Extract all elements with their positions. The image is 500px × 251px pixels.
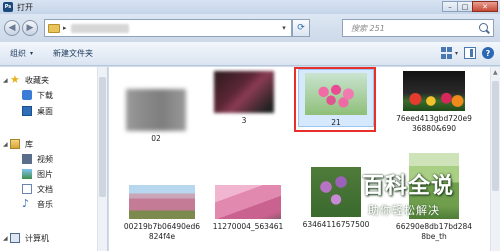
- watermark-subtitle: 助你轻松解决: [368, 204, 440, 217]
- back-button[interactable]: ◀: [4, 20, 20, 36]
- sidebar-item-videos[interactable]: 视频: [22, 152, 53, 166]
- content-scrollbar[interactable]: ▲: [490, 67, 500, 251]
- title-bar: Ps 打开 – □ ✕: [0, 0, 500, 14]
- file-item[interactable]: 11270004_563461: [209, 185, 287, 232]
- new-folder-button[interactable]: 新建文件夹: [53, 48, 93, 59]
- file-name: 3: [241, 116, 247, 125]
- search-placeholder: 搜索 251: [351, 23, 385, 33]
- address-dropdown-icon[interactable]: ▾: [277, 20, 291, 36]
- file-item[interactable]: 00219b7b06490ed6824f4e: [123, 185, 201, 242]
- window-controls: – □ ✕: [442, 1, 498, 12]
- chevron-down-icon: ▾: [30, 50, 34, 57]
- search-icon[interactable]: [479, 23, 488, 32]
- pictures-icon: [22, 169, 32, 179]
- navigation-pane: ◢ ★ 收藏夹 下载 桌面 ◢ 库 视频 图片 文档 ♪ 音乐 ◢ 计算机: [0, 67, 108, 251]
- folder-icon: [48, 23, 60, 33]
- file-name: 00219b7b06490ed6824f4e: [123, 222, 201, 241]
- library-icon: [10, 139, 20, 149]
- sidebar-item-libraries[interactable]: 库: [10, 137, 33, 151]
- organize-menu[interactable]: 组织 ▾: [10, 48, 33, 59]
- file-item[interactable]: 02: [117, 69, 195, 144]
- desktop-icon: [22, 106, 32, 116]
- file-thumbnail: [403, 71, 465, 111]
- collapse-icon[interactable]: ◢: [3, 235, 8, 242]
- collapse-icon[interactable]: ◢: [3, 141, 8, 148]
- new-folder-label: 新建文件夹: [53, 49, 94, 58]
- sidebar-item-desktop[interactable]: 桌面: [22, 104, 53, 118]
- scroll-up-icon[interactable]: ▲: [493, 69, 498, 76]
- sidebar-item-pictures[interactable]: 图片: [22, 167, 53, 181]
- file-item[interactable]: 76eed413gbd720e936880&690: [395, 69, 473, 134]
- minimize-button[interactable]: –: [442, 1, 458, 12]
- refresh-button[interactable]: ⟳: [292, 19, 310, 37]
- file-name: 02: [151, 134, 161, 143]
- file-thumbnail: [129, 185, 195, 219]
- view-controls: ▾ ?: [435, 47, 494, 59]
- file-thumbnail: [215, 185, 281, 219]
- documents-icon: [22, 184, 32, 194]
- photoshop-app-icon: Ps: [3, 2, 13, 12]
- star-icon: ★: [10, 73, 20, 86]
- blurred-breadcrumb: [70, 23, 129, 33]
- view-dropdown-icon[interactable]: ▾: [455, 50, 458, 57]
- sidebar-item-documents[interactable]: 文档: [22, 182, 53, 196]
- sidebar-scrollbar[interactable]: [97, 67, 107, 251]
- sidebar-item-favorites[interactable]: ★ 收藏夹: [10, 73, 49, 87]
- address-input[interactable]: ▸ ▾: [44, 19, 292, 37]
- window-title: 打开: [17, 2, 33, 12]
- chevron-right-icon: ▸: [63, 24, 67, 32]
- file-name: 76eed413gbd720e936880&690: [396, 114, 472, 133]
- computer-icon: [10, 233, 20, 243]
- file-thumbnail: [311, 167, 361, 217]
- maximize-button[interactable]: □: [457, 1, 473, 12]
- sidebar-item-downloads[interactable]: 下载: [22, 88, 53, 102]
- help-icon[interactable]: ?: [482, 47, 494, 59]
- sidebar-item-computer[interactable]: 计算机: [10, 231, 49, 245]
- file-thumbnail: [214, 71, 274, 113]
- watermark-logo: 百科全说 助你轻松解决: [362, 168, 480, 228]
- collapse-icon[interactable]: ◢: [3, 77, 8, 84]
- forward-button[interactable]: ▶: [22, 20, 38, 36]
- scrollbar-thumb[interactable]: [492, 81, 499, 191]
- preview-pane-icon[interactable]: [464, 47, 476, 59]
- highlight-frame: [294, 67, 376, 132]
- close-button[interactable]: ✕: [472, 1, 498, 12]
- view-icon[interactable]: [440, 47, 453, 59]
- file-thumbnail: [126, 89, 186, 131]
- organize-label: 组织: [10, 49, 26, 58]
- search-input[interactable]: 搜索 251: [342, 19, 494, 37]
- address-bar: ◀ ▶ ▸ ▾ ⟳ 搜索 251: [0, 14, 500, 42]
- watermark-title: 百科全说: [362, 174, 455, 199]
- file-item[interactable]: 3: [205, 69, 283, 126]
- sidebar-item-music[interactable]: ♪ 音乐: [22, 197, 53, 211]
- command-toolbar: 组织 ▾ 新建文件夹 ▾ ?: [0, 42, 500, 66]
- music-icon: ♪: [22, 197, 30, 210]
- video-icon: [22, 154, 32, 164]
- file-name: 11270004_563461: [212, 222, 284, 231]
- download-icon: [22, 90, 32, 100]
